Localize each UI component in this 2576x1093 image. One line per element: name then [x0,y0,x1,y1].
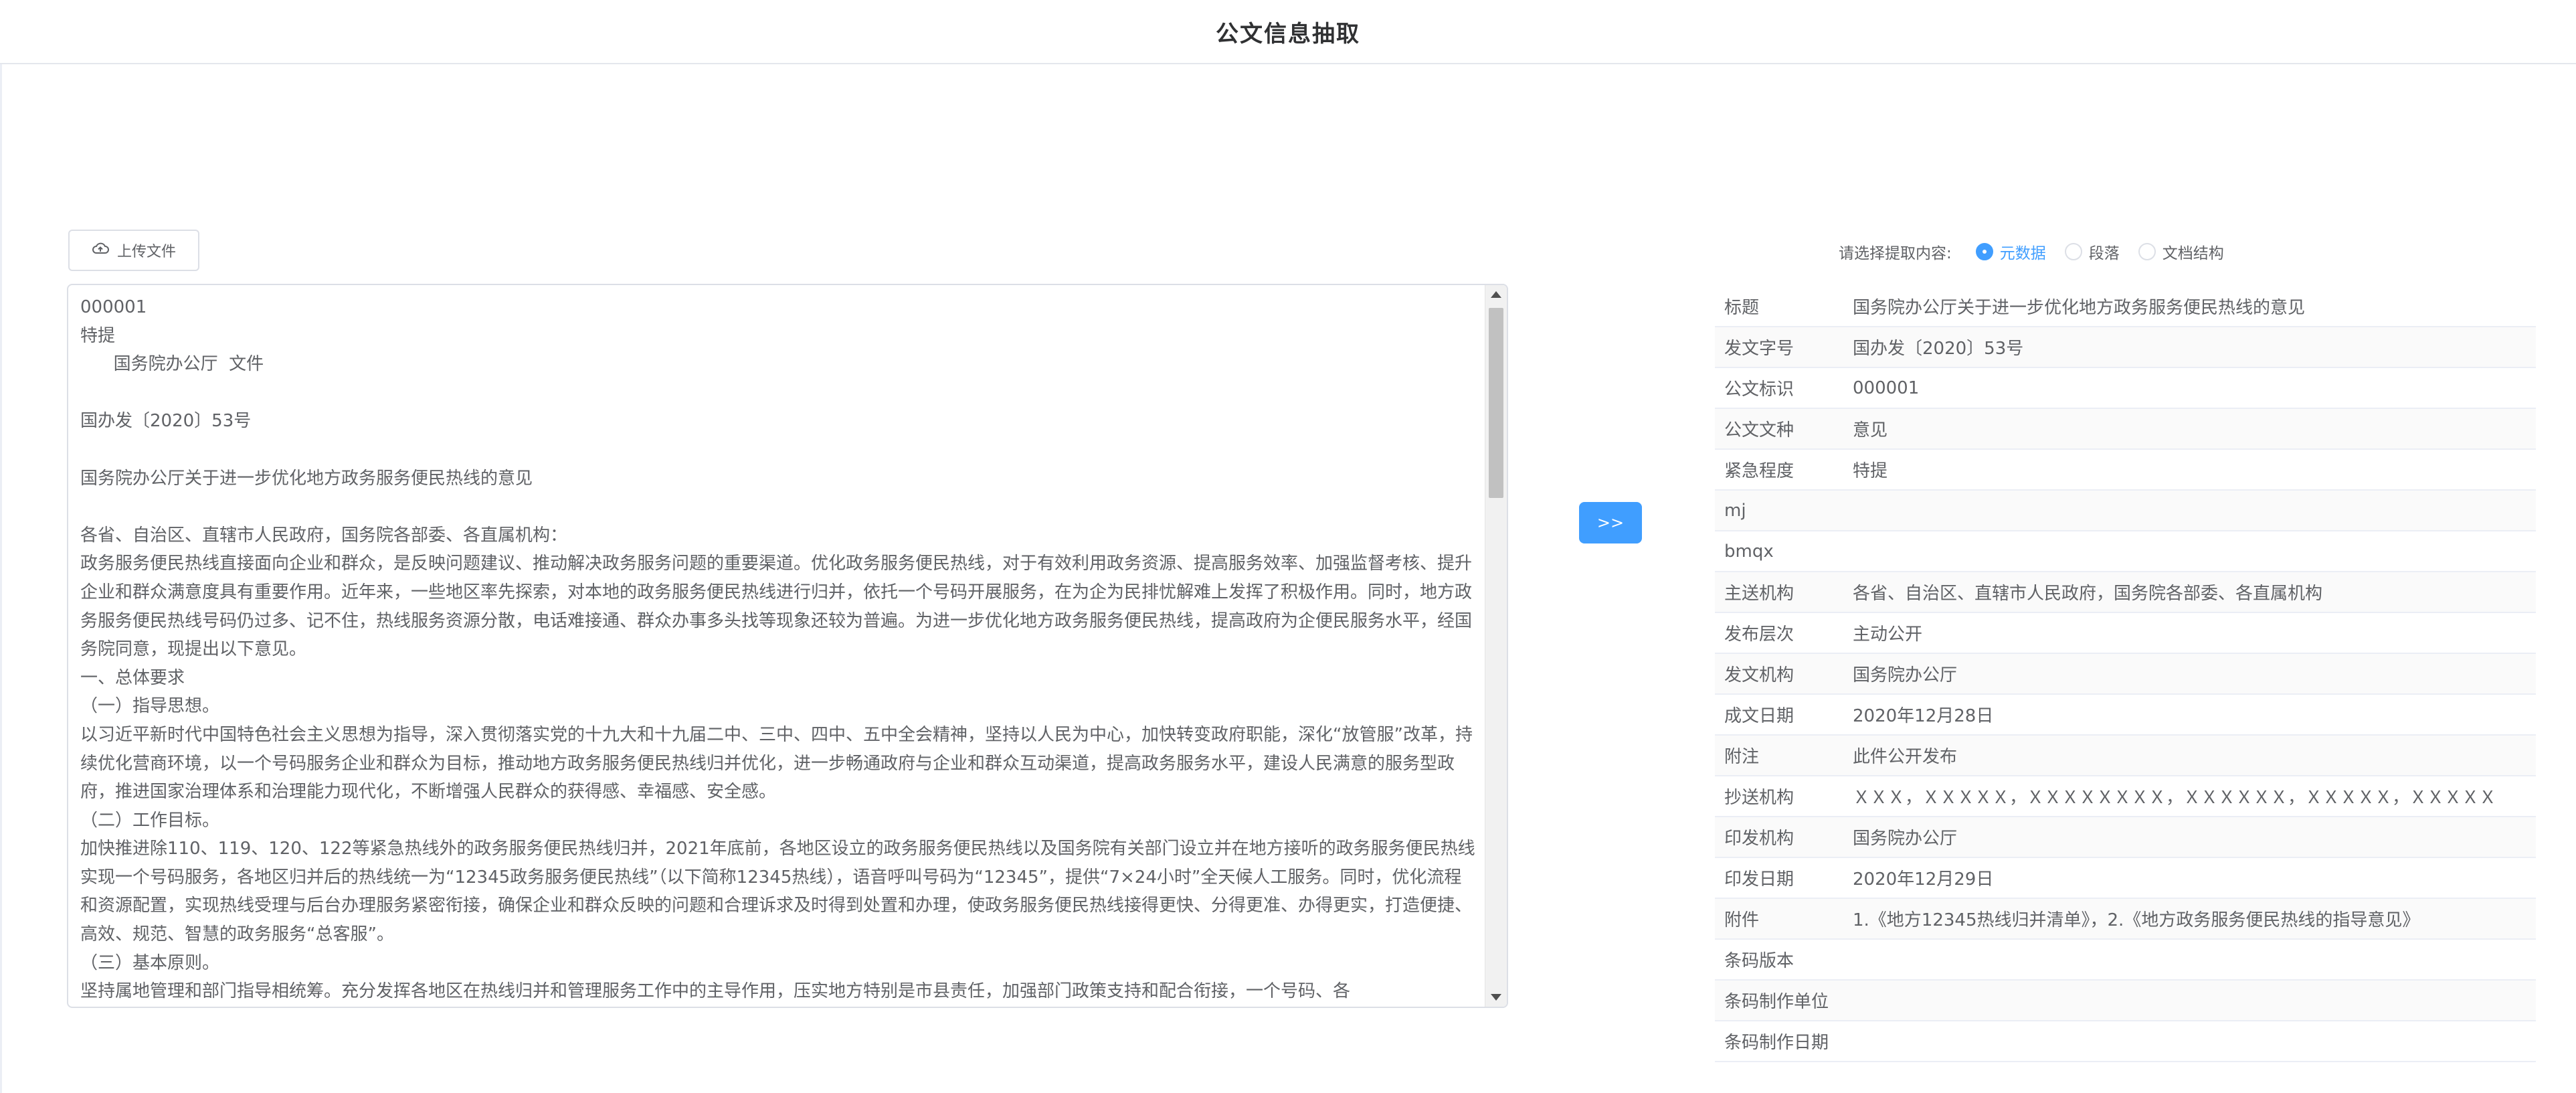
metadata-key: 成文日期 [1724,706,1795,726]
metadata-value: 国务院办公厅 [1853,829,1958,849]
page-title: 公文信息抽取 [1216,20,1360,48]
metadata-value: 各省、自治区、直辖市人民政府，国务院各部委、各直属机构 [1853,584,2323,604]
metadata-value: 此件公开发布 [1853,747,1958,767]
radio-option-label: 文档结构 [2162,245,2224,262]
radio-option[interactable]: 文档结构 [2138,240,2224,263]
upload-file-button[interactable]: 上传文件 [68,230,199,271]
upload-button-label: 上传文件 [116,244,176,260]
metadata-key: bmqx [1724,541,1774,562]
metadata-key: 抄送机构 [1724,788,1795,808]
metadata-key: 附注 [1724,747,1760,767]
metadata-value: 2020年12月28日 [1853,706,1994,726]
metadata-value: 特提 [1853,461,1888,481]
upload-cloud-icon [92,242,109,259]
metadata-row: 标题 国务院办公厅关于进一步优化地方政务服务便民热线的意见 [1715,286,2536,327]
metadata-key: 条码版本 [1724,951,1795,971]
metadata-key: 紧急程度 [1724,461,1795,481]
metadata-row: 附件 1.《地方12345热线归并清单》，2.《地方政务服务便民热线的指导意见》 [1715,899,2536,940]
radio-circle-icon[interactable] [2064,243,2082,260]
radio-option[interactable]: 元数据 [1975,240,2046,263]
metadata-row: 条码制作单位 [1715,981,2536,1021]
radio-circle-icon[interactable] [2138,243,2156,260]
metadata-value: 2020年12月29日 [1853,869,1994,890]
extract-option-prompt: 请选择提取内容: [1839,245,1952,262]
metadata-value: 国办发〔2020〕53号 [1853,339,2024,359]
metadata-key: 公文文种 [1724,420,1795,440]
metadata-key: 条码制作日期 [1724,1033,1829,1053]
document-textarea[interactable]: 000001 特提 国务院办公厅 文件 国办发〔2020〕53号 国务院办公厅关… [67,284,1508,1008]
metadata-table: 标题 国务院办公厅关于进一步优化地方政务服务便民热线的意见 发文字号 国办发〔202… [1715,286,2536,1062]
radio-circle-icon[interactable] [1975,243,1993,260]
metadata-value: 国务院办公厅关于进一步优化地方政务服务便民热线的意见 [1853,298,2306,318]
metadata-row: 公文文种 意见 [1715,409,2536,450]
metadata-row: 印发日期 2020年12月29日 [1715,858,2536,899]
metadata-key: 印发机构 [1724,829,1795,849]
metadata-key: 附件 [1724,910,1760,930]
extract-option-group: 请选择提取内容: 元数据 段落 文档结构 [1839,238,2243,265]
metadata-value: 意见 [1853,420,1888,440]
metadata-key: 发文字号 [1724,339,1795,359]
metadata-row: 紧急程度 特提 [1715,450,2536,491]
metadata-key: 发文机构 [1724,665,1795,685]
metadata-value: 000001 [1853,377,1920,398]
metadata-row: 附注 此件公开发布 [1715,736,2536,776]
metadata-value: 国务院办公厅 [1853,665,1958,685]
metadata-row: 公文标识 000001 [1715,368,2536,409]
radio-option-label: 段落 [2088,245,2120,262]
metadata-row: 发文字号 国办发〔2020〕53号 [1715,327,2536,368]
metadata-row: 抄送机构 ＸＸＸ，ＸＸＸＸＸ，ＸＸＸＸＸＸＸＸ，ＸＸＸＸＸＸ，ＸＸＸＸＸ，ＸＸＸＸ… [1715,776,2536,817]
metadata-row: 条码版本 [1715,940,2536,981]
metadata-row: 条码制作日期 [1715,1021,2536,1062]
radio-option-label: 元数据 [1999,245,2046,262]
metadata-value: ＸＸＸ，ＸＸＸＸＸ，ＸＸＸＸＸＸＸＸ，ＸＸＸＸＸＸ，ＸＸＸＸＸ，ＸＸＸＸＸ [1853,788,2497,808]
metadata-row: 印发机构 国务院办公厅 [1715,817,2536,858]
document-scrollbar[interactable] [1485,285,1507,1007]
extract-button[interactable]: >> [1579,502,1642,543]
radio-option[interactable]: 段落 [2064,240,2120,263]
scrollbar-thumb[interactable] [1489,308,1503,498]
document-text[interactable]: 000001 特提 国务院办公厅 文件 国办发〔2020〕53号 国务院办公厅关… [80,293,1479,1003]
metadata-key: mj [1724,500,1746,521]
metadata-row: mj [1715,491,2536,531]
metadata-row: 发布层次 主动公开 [1715,613,2536,654]
app-header: 公文信息抽取 [0,0,2576,64]
left-divider [0,64,2,1093]
metadata-key: 标题 [1724,298,1760,318]
metadata-key: 主送机构 [1724,584,1795,604]
metadata-row: 发文机构 国务院办公厅 [1715,654,2536,695]
metadata-row: 主送机构 各省、自治区、直辖市人民政府，国务院各部委、各直属机构 [1715,572,2536,613]
scroll-up-arrow-icon[interactable] [1485,285,1507,304]
metadata-key: 发布层次 [1724,624,1795,645]
scroll-down-arrow-icon[interactable] [1485,988,1507,1007]
metadata-value: 1.《地方12345热线归并清单》，2.《地方政务服务便民热线的指导意见》 [1853,910,2420,930]
metadata-row: 成文日期 2020年12月28日 [1715,695,2536,736]
metadata-key: 印发日期 [1724,869,1795,890]
metadata-key: 公文标识 [1724,380,1795,400]
metadata-value: 主动公开 [1853,624,1923,645]
metadata-row: bmqx [1715,531,2536,572]
metadata-key: 条码制作单位 [1724,992,1829,1012]
